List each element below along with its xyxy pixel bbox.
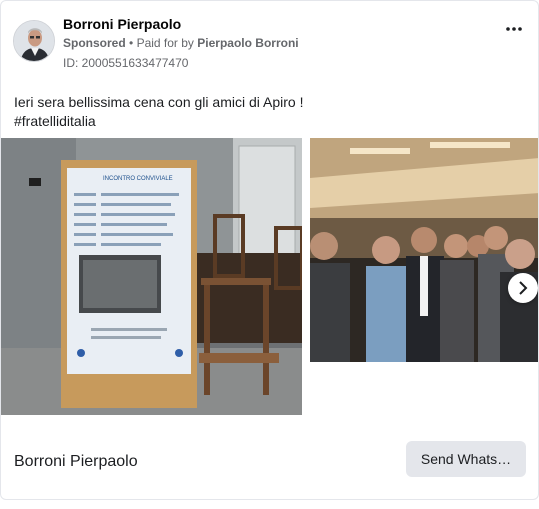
sponsored-label: Sponsored — [63, 36, 126, 50]
poster-photo: INCONTRO CONVIVIALE — [1, 138, 302, 415]
ad-id: ID: 2000551633477470 — [63, 56, 189, 70]
carousel-image-group[interactable] — [310, 138, 538, 362]
post-text-line: Ieri sera bellissima cena con gli amici … — [14, 94, 304, 110]
post-header: Borroni Pierpaolo Sponsored • Paid for b… — [13, 14, 526, 74]
avatar[interactable] — [13, 20, 55, 62]
separator: • — [129, 36, 134, 50]
chevron-right-icon — [519, 281, 528, 295]
paid-for-name[interactable]: Pierpaolo Borroni — [197, 36, 298, 50]
send-whatsapp-button[interactable]: Send Whats… — [406, 441, 526, 477]
more-options-button[interactable] — [502, 19, 526, 39]
carousel-next-button[interactable] — [508, 273, 538, 303]
poster-heading: INCONTRO CONVIVIALE — [103, 176, 173, 182]
more-horizontal-icon — [506, 27, 522, 31]
paid-for-prefix: Paid for by — [136, 36, 194, 50]
sponsor-line: Sponsored • Paid for by Pierpaolo Borron… — [63, 36, 299, 50]
image-carousel: INCONTRO CONVIVIALE — [1, 138, 538, 415]
avatar-image — [14, 21, 54, 61]
footer-title: Borroni Pierpaolo — [14, 453, 138, 470]
post-text: Ieri sera bellissima cena con gli amici … — [14, 93, 525, 131]
carousel-image-poster[interactable]: INCONTRO CONVIVIALE — [1, 138, 302, 415]
author-name[interactable]: Borroni Pierpaolo — [63, 16, 181, 32]
ad-card: Borroni Pierpaolo Sponsored • Paid for b… — [0, 0, 539, 500]
hashtag[interactable]: #fratelliditalia — [14, 112, 525, 131]
group-photo — [310, 138, 538, 362]
